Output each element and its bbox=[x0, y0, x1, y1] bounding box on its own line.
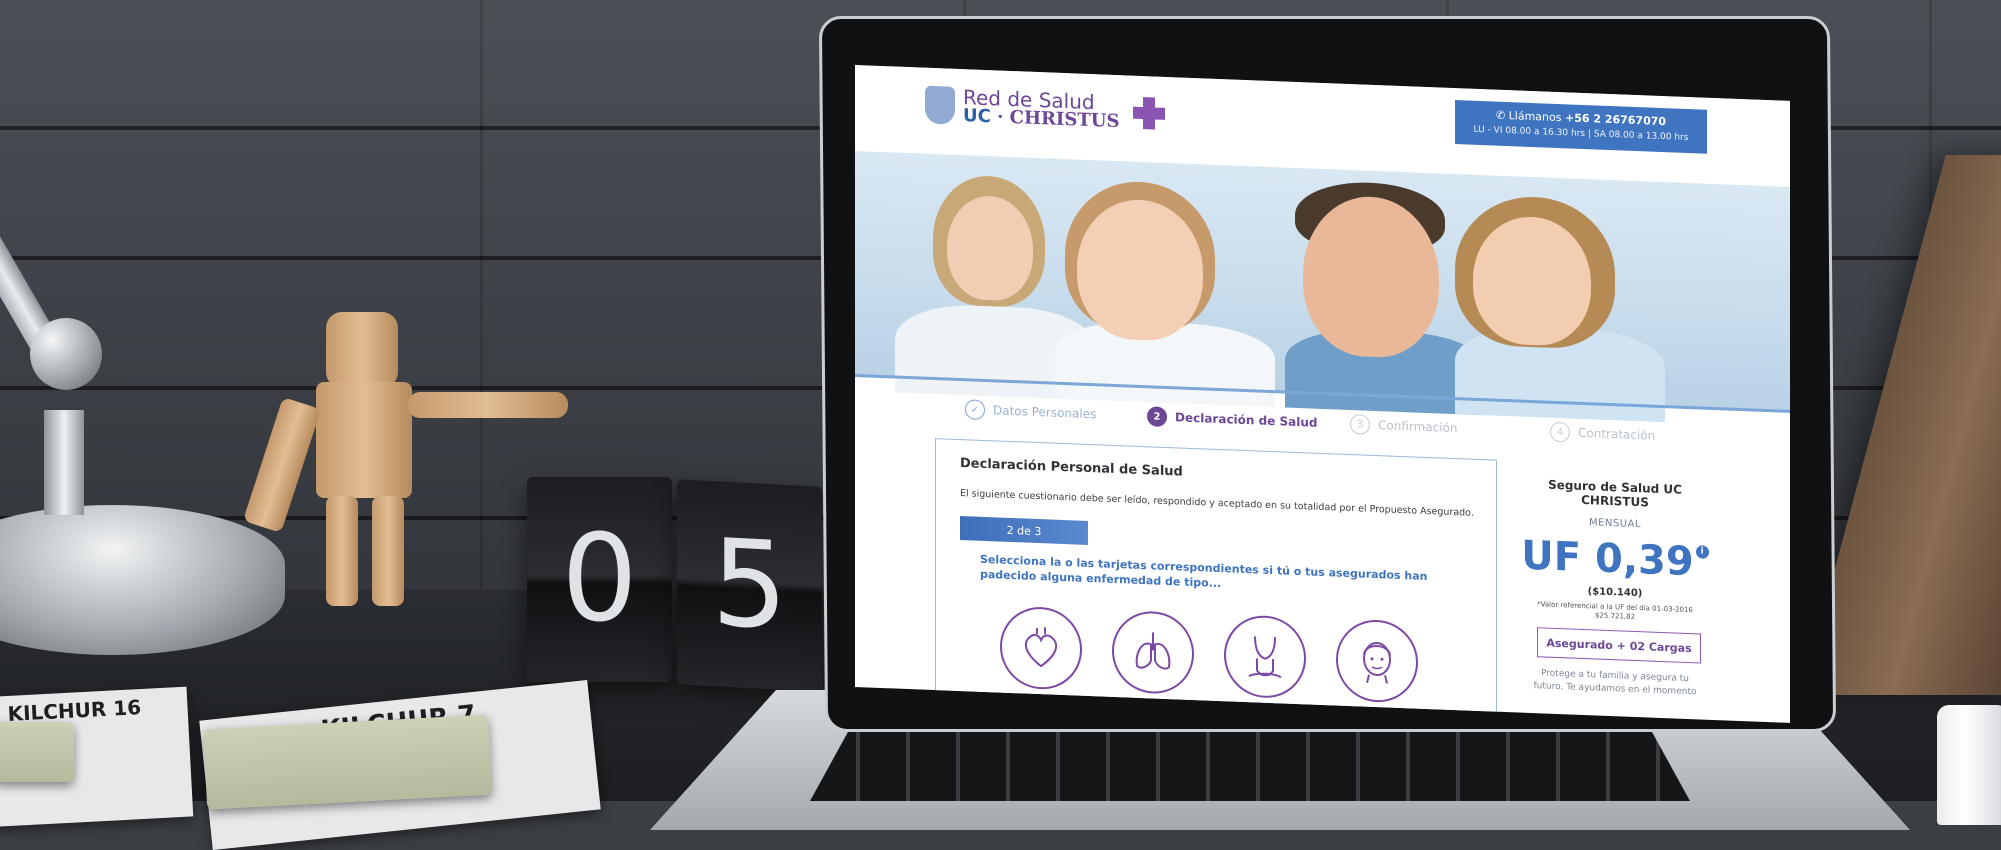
step-label: Declaración de Salud bbox=[1175, 410, 1318, 430]
plan-price-clp: ($10.140) bbox=[1587, 586, 1643, 600]
clock-cube-units: 5 bbox=[677, 479, 822, 692]
hero-image bbox=[855, 151, 1790, 423]
step-declaracion-salud[interactable]: 2 Declaración de Salud bbox=[1147, 406, 1318, 433]
coffee-mug bbox=[1937, 705, 2001, 825]
clock-cube-tens: 0 bbox=[527, 477, 672, 682]
declaration-title: Declaración Personal de Salud bbox=[960, 456, 1183, 480]
cross-icon bbox=[1131, 95, 1167, 132]
step-number: 4 bbox=[1550, 421, 1570, 443]
lamp-neck bbox=[44, 410, 84, 515]
condition-card-neck[interactable] bbox=[1224, 614, 1306, 700]
logo-line2: UC · CHRISTUS bbox=[963, 105, 1120, 133]
step-number: 2 bbox=[1147, 406, 1167, 427]
lamp-joint bbox=[30, 318, 102, 390]
clock-digit-units: 5 bbox=[711, 513, 788, 658]
notebook-right bbox=[203, 714, 492, 810]
condition-card-lungs[interactable] bbox=[1112, 609, 1194, 696]
crest-icon bbox=[925, 85, 955, 125]
lungs-icon bbox=[1135, 632, 1171, 670]
logo-christus: CHRISTUS bbox=[1009, 106, 1120, 133]
step-label: Confirmación bbox=[1378, 418, 1458, 436]
face-icon bbox=[1363, 642, 1391, 684]
condition-card-heart[interactable] bbox=[1000, 605, 1082, 691]
plan-title: Seguro de Salud UC CHRISTUS bbox=[1548, 477, 1682, 510]
lamp-base bbox=[0, 505, 285, 655]
progress-indicator: 2 de 3 bbox=[960, 516, 1088, 545]
condition-card-face[interactable] bbox=[1336, 618, 1418, 704]
step-number: 3 bbox=[1350, 414, 1370, 435]
logo-wordmark: Red de Salud UC · CHRISTUS bbox=[963, 85, 1120, 133]
laptop-screen: Red de Salud UC · CHRISTUS ✆ Llámanos +5… bbox=[855, 65, 1790, 723]
step-confirmacion[interactable]: 3 Confirmación bbox=[1350, 414, 1458, 438]
plan-price: UF 0,39 i bbox=[1515, 532, 1715, 586]
phone-icon: ✆ bbox=[1495, 108, 1509, 123]
plan-note: *Valor referencial a la UF del día 01-03… bbox=[1515, 599, 1715, 625]
check-icon: ✓ bbox=[965, 399, 985, 420]
declaration-question: Selecciona la o las tarjetas correspondi… bbox=[980, 552, 1428, 590]
step-label: Contratación bbox=[1578, 425, 1656, 443]
declaration-card: Declaración Personal de Salud El siguien… bbox=[935, 438, 1497, 723]
heart-icon bbox=[1024, 627, 1058, 668]
plan-period: MENSUAL bbox=[1588, 517, 1641, 531]
logo-separator: · bbox=[990, 106, 1010, 128]
call-box[interactable]: ✆ Llámanos +56 2 26767070 LU - VI 08.00 … bbox=[1455, 100, 1707, 154]
call-label: Llámanos bbox=[1508, 109, 1562, 125]
step-datos-personales[interactable]: ✓ Datos Personales bbox=[965, 399, 1096, 424]
clock-digit-tens: 0 bbox=[561, 510, 638, 649]
coverage-button[interactable]: Asegurado + 02 Cargas bbox=[1537, 627, 1701, 664]
step-label: Datos Personales bbox=[993, 403, 1097, 422]
info-icon[interactable]: i bbox=[1695, 545, 1709, 559]
plan-summary: Seguro de Salud UC CHRISTUS MENSUAL UF 0… bbox=[1515, 458, 1775, 723]
step-contratacion[interactable]: 4 Contratación bbox=[1550, 421, 1656, 446]
notebook-left bbox=[0, 722, 74, 782]
call-phone[interactable]: +56 2 26767070 bbox=[1565, 111, 1666, 128]
neck-icon bbox=[1248, 636, 1282, 679]
plan-copy: Protege a tu familia y asegura tu futuro… bbox=[1533, 668, 1697, 697]
logo-uc: UC bbox=[963, 105, 991, 128]
site-logo[interactable]: Red de Salud UC · CHRISTUS bbox=[925, 85, 1167, 133]
plan-price-value: UF 0,39 bbox=[1521, 532, 1694, 586]
declaration-description: El siguiente cuestionario debe ser leído… bbox=[960, 488, 1474, 519]
